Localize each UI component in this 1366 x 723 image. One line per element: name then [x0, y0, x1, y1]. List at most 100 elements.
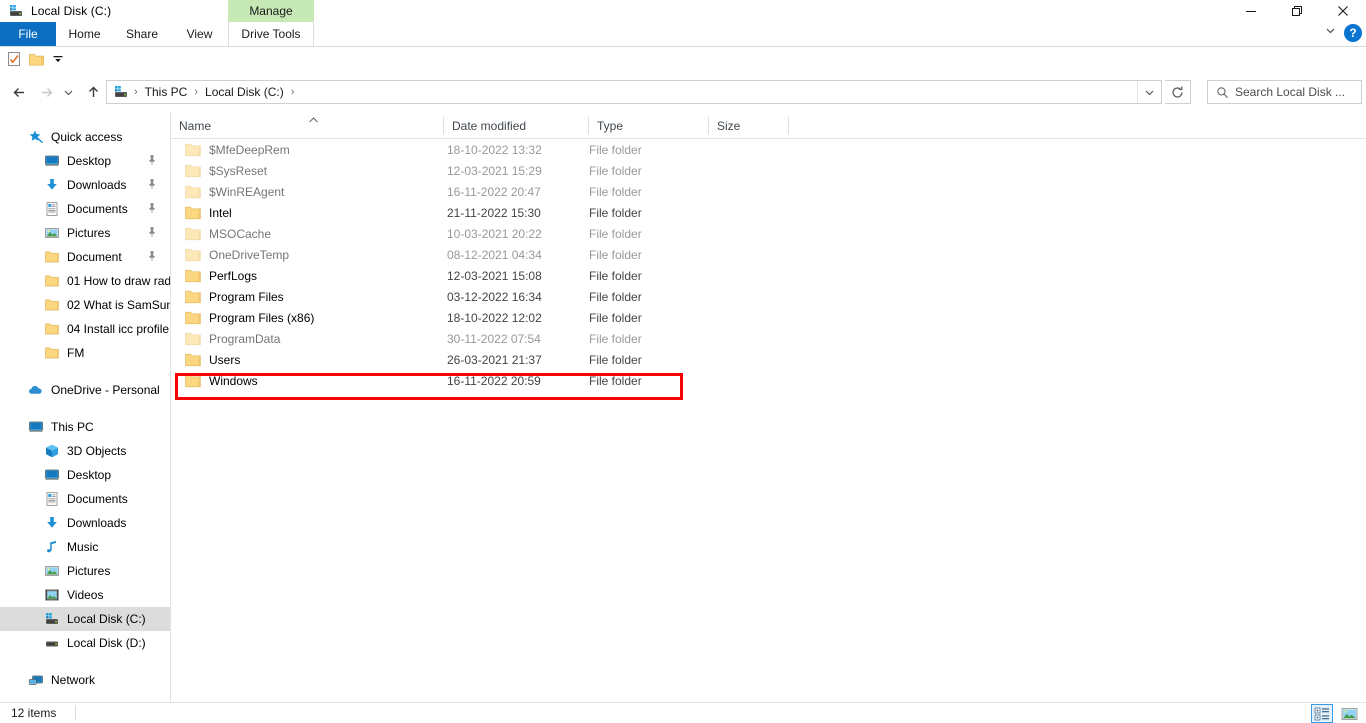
- sidebar-item-04-install-icc-profile[interactable]: 04 Install icc profile or: [0, 317, 170, 341]
- file-name-cell[interactable]: ProgramData: [185, 328, 280, 349]
- sidebar-item-pictures[interactable]: Pictures: [0, 221, 170, 245]
- sidebar-item-videos[interactable]: Videos: [0, 583, 170, 607]
- file-name-cell[interactable]: PerfLogs: [185, 265, 257, 286]
- sidebar-item-desktop[interactable]: Desktop: [0, 149, 170, 173]
- customize-qat-caret-icon[interactable]: [51, 50, 65, 68]
- search-box[interactable]: Search Local Disk ...: [1207, 80, 1362, 104]
- desktop-icon: [44, 467, 60, 483]
- sidebar-group-this-pc[interactable]: This PC: [0, 415, 170, 439]
- file-list-pane[interactable]: Name Date modified Type Size $MfeDeepRem…: [171, 112, 1366, 703]
- file-date-cell: 08-12-2021 04:34: [447, 247, 542, 262]
- sidebar-item-01-how-to-draw-radius[interactable]: 01 How to draw radius: [0, 269, 170, 293]
- tab-home[interactable]: Home: [56, 22, 113, 46]
- breadcrumb-local-disk-c[interactable]: Local Disk (C:): [203, 85, 286, 99]
- breadcrumb-separator[interactable]: ›: [129, 86, 143, 98]
- folder-icon: [185, 227, 201, 241]
- pin-icon[interactable]: [146, 226, 158, 238]
- details-view-button[interactable]: [1311, 704, 1333, 723]
- breadcrumb-separator[interactable]: ›: [189, 86, 203, 98]
- search-input[interactable]: Search Local Disk ...: [1235, 85, 1345, 99]
- videos-icon: [44, 587, 60, 603]
- file-name-cell[interactable]: $SysReset: [185, 160, 267, 181]
- up-arrow-icon[interactable]: [80, 76, 106, 108]
- table-row[interactable]: Users 26-03-2021 21:37 File folder: [171, 349, 1366, 370]
- sidebar-item-fm[interactable]: FM: [0, 341, 170, 365]
- ribbon-tab-strip: File Home Share View Drive Tools: [0, 22, 1366, 46]
- table-row[interactable]: $WinREAgent 16-11-2022 20:47 File folder: [171, 181, 1366, 202]
- file-name-cell[interactable]: Windows: [185, 370, 258, 391]
- sidebar-item-3d-objects[interactable]: 3D Objects: [0, 439, 170, 463]
- file-name: $MfeDeepRem: [209, 142, 290, 157]
- column-header-name[interactable]: Name: [171, 112, 443, 139]
- tab-file[interactable]: File: [0, 22, 56, 46]
- sidebar-item-documents[interactable]: Documents: [0, 197, 170, 221]
- sidebar-item-local-disk-c[interactable]: Local Disk (C:): [0, 607, 170, 631]
- restore-icon[interactable]: [1274, 0, 1320, 22]
- table-row[interactable]: PerfLogs 12-03-2021 15:08 File folder: [171, 265, 1366, 286]
- sidebar-group-network[interactable]: Network: [0, 668, 170, 692]
- sidebar-group-quick-access[interactable]: Quick access: [0, 125, 170, 149]
- status-bar: 12 items: [0, 702, 1366, 723]
- navigation-pane[interactable]: Quick access Desktop Downloads Documents…: [0, 112, 170, 703]
- file-date-cell: 26-03-2021 21:37: [447, 352, 542, 367]
- file-type-cell: File folder: [589, 184, 642, 199]
- sidebar-item-downloads[interactable]: Downloads: [0, 511, 170, 535]
- pin-icon[interactable]: [146, 178, 158, 190]
- address-bar[interactable]: › This PC › Local Disk (C:) ›: [106, 80, 1162, 104]
- file-name-cell[interactable]: MSOCache: [185, 223, 271, 244]
- new-folder-icon[interactable]: [28, 50, 45, 68]
- sidebar-item-02-what-is-samsung[interactable]: 02 What is SamSung c: [0, 293, 170, 317]
- sidebar-item-document-folder[interactable]: Document: [0, 245, 170, 269]
- sidebar-item-downloads[interactable]: Downloads: [0, 173, 170, 197]
- column-header-date-modified[interactable]: Date modified: [444, 112, 588, 139]
- chevron-down-icon[interactable]: [1324, 24, 1337, 42]
- sidebar-item-label: Desktop: [67, 154, 112, 168]
- recent-locations-caret-icon[interactable]: [58, 76, 78, 108]
- file-name-cell[interactable]: $MfeDeepRem: [185, 139, 290, 160]
- file-name-cell[interactable]: Intel: [185, 202, 232, 223]
- column-header-type[interactable]: Type: [589, 112, 708, 139]
- help-icon[interactable]: ?: [1344, 24, 1362, 42]
- table-row[interactable]: Program Files 03-12-2022 16:34 File fold…: [171, 286, 1366, 307]
- file-name: Users: [209, 352, 241, 367]
- refresh-icon[interactable]: [1165, 80, 1191, 104]
- sidebar-item-documents[interactable]: Documents: [0, 487, 170, 511]
- table-row[interactable]: MSOCache 10-03-2021 20:22 File folder: [171, 223, 1366, 244]
- table-row[interactable]: OneDriveTemp 08-12-2021 04:34 File folde…: [171, 244, 1366, 265]
- navigation-bar: › This PC › Local Disk (C:) › Search Loc…: [0, 76, 1366, 108]
- sidebar-group-onedrive[interactable]: OneDrive - Personal: [0, 378, 170, 402]
- address-dropdown-icon[interactable]: [1137, 81, 1161, 103]
- folder-icon: [44, 345, 60, 361]
- table-row[interactable]: Intel 21-11-2022 15:30 File folder: [171, 202, 1366, 223]
- sidebar-item-pictures[interactable]: Pictures: [0, 559, 170, 583]
- properties-icon[interactable]: [6, 50, 23, 68]
- sidebar-item-music[interactable]: Music: [0, 535, 170, 559]
- file-type-cell: File folder: [589, 268, 642, 283]
- table-row[interactable]: Program Files (x86) 18-10-2022 12:02 Fil…: [171, 307, 1366, 328]
- minimize-icon[interactable]: [1228, 0, 1274, 22]
- file-name-cell[interactable]: OneDriveTemp: [185, 244, 289, 265]
- file-name-cell[interactable]: Program Files (x86): [185, 307, 314, 328]
- sidebar-item-desktop[interactable]: Desktop: [0, 463, 170, 487]
- table-row[interactable]: $MfeDeepRem 18-10-2022 13:32 File folder: [171, 139, 1366, 160]
- column-header-size[interactable]: Size: [709, 112, 788, 139]
- pin-icon[interactable]: [146, 202, 158, 214]
- file-name-cell[interactable]: Users: [185, 349, 240, 370]
- table-row[interactable]: ProgramData 30-11-2022 07:54 File folder: [171, 328, 1366, 349]
- tab-share[interactable]: Share: [113, 22, 171, 46]
- sidebar-item-local-disk-d[interactable]: Local Disk (D:): [0, 631, 170, 655]
- breadcrumb-this-pc[interactable]: This PC: [143, 85, 190, 99]
- table-row[interactable]: $SysReset 12-03-2021 15:29 File folder: [171, 160, 1366, 181]
- large-icons-view-button[interactable]: [1338, 704, 1360, 723]
- close-icon[interactable]: [1320, 0, 1366, 22]
- column-divider[interactable]: [788, 117, 789, 134]
- pin-icon[interactable]: [146, 154, 158, 166]
- table-row[interactable]: Windows 16-11-2022 20:59 File folder: [171, 370, 1366, 391]
- back-arrow-icon[interactable]: [6, 76, 32, 108]
- tab-drive-tools[interactable]: Drive Tools: [228, 22, 314, 46]
- breadcrumb-separator[interactable]: ›: [286, 86, 300, 98]
- pin-icon[interactable]: [146, 250, 158, 262]
- file-name-cell[interactable]: $WinREAgent: [185, 181, 284, 202]
- file-name-cell[interactable]: Program Files: [185, 286, 284, 307]
- tab-view[interactable]: View: [171, 22, 228, 46]
